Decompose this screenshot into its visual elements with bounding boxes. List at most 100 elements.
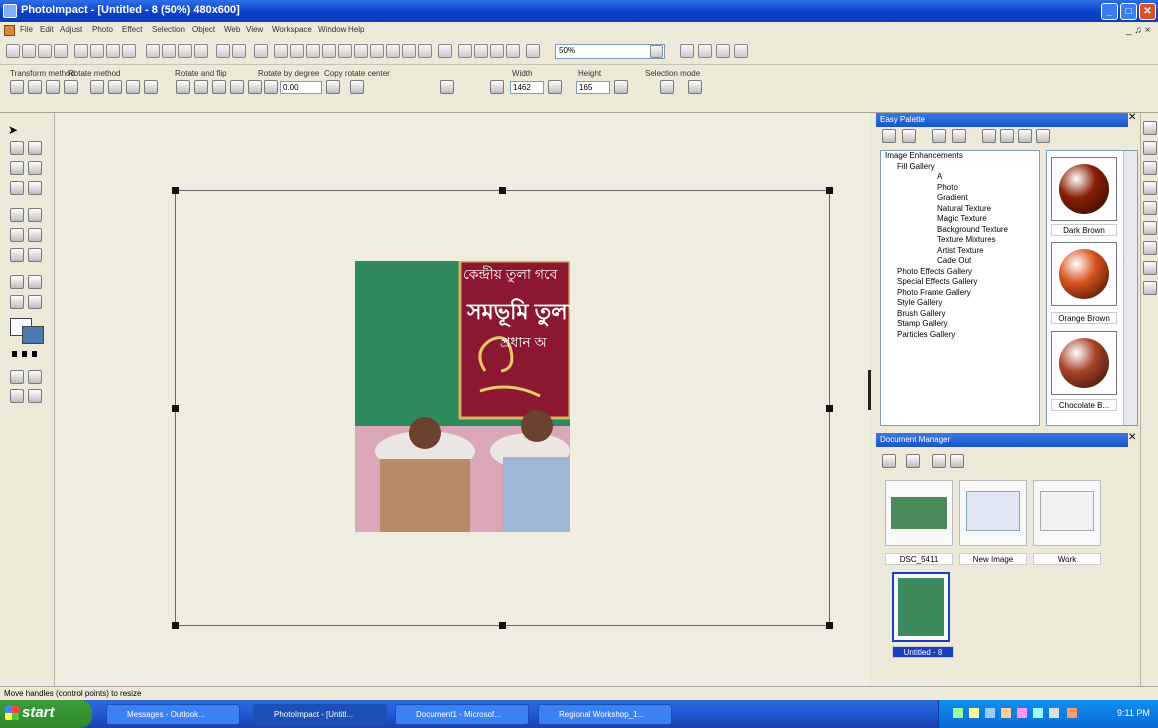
rotate-icon[interactable] <box>402 44 416 58</box>
side-quick-icon[interactable] <box>1143 261 1157 275</box>
side-tools-icon[interactable] <box>1143 241 1157 255</box>
maximize-button[interactable]: □ <box>1120 3 1137 20</box>
doc-view-icon[interactable] <box>906 454 920 468</box>
menu-view[interactable]: View <box>246 25 263 34</box>
tree-item[interactable]: Particles Gallery <box>881 330 1039 341</box>
side-navigator-icon[interactable] <box>1143 181 1157 195</box>
tree-item[interactable]: A <box>881 172 1039 183</box>
hue-icon[interactable] <box>338 44 352 58</box>
panel-splitter[interactable] <box>868 370 871 410</box>
paste-icon[interactable] <box>178 44 192 58</box>
doc-thumb-new-image[interactable] <box>959 480 1027 546</box>
swatch-orange-brown[interactable] <box>1051 242 1117 306</box>
doc-sort-icon[interactable] <box>932 454 946 468</box>
tree-item[interactable]: Artist Texture <box>881 246 1039 257</box>
menu-selection[interactable]: Selection <box>152 25 185 34</box>
effects-icon[interactable] <box>122 44 136 58</box>
tree-item[interactable]: Special Effects Gallery <box>881 277 1039 288</box>
flip-vertical-icon[interactable] <box>194 80 208 94</box>
pick-tool-icon[interactable]: ➤ <box>8 123 22 137</box>
eraser-tool-icon[interactable] <box>10 248 24 262</box>
rotate-center-icon[interactable] <box>144 80 158 94</box>
menu-help[interactable]: Help <box>348 25 364 34</box>
lock-ratio-icon[interactable] <box>490 80 504 94</box>
side-layers-icon[interactable] <box>1143 141 1157 155</box>
resize-handle-right[interactable] <box>826 405 833 412</box>
distort-icon[interactable] <box>28 80 42 94</box>
tone-map-icon[interactable] <box>354 44 368 58</box>
document-icon[interactable] <box>4 25 15 36</box>
path-tool-icon[interactable] <box>10 161 24 175</box>
palette-folder-icon[interactable] <box>932 129 946 143</box>
menu-workspace[interactable]: Workspace <box>272 25 312 34</box>
options-icon[interactable] <box>688 80 702 94</box>
resize-icon[interactable] <box>386 44 400 58</box>
side-color-icon[interactable] <box>1143 221 1157 235</box>
view-mode-icon[interactable] <box>10 389 24 403</box>
swap-colors-icon[interactable] <box>12 351 42 357</box>
resize-handle-top-left[interactable] <box>172 187 179 194</box>
resize-handle-top-right[interactable] <box>826 187 833 194</box>
layer-manager-icon[interactable] <box>10 370 24 384</box>
zoom-fit-icon[interactable] <box>680 44 694 58</box>
taskbar-item-outlook[interactable]: Messages - Outlook... <box>106 704 240 725</box>
doc-play-icon[interactable] <box>882 454 896 468</box>
tree-item[interactable]: Style Gallery <box>881 298 1039 309</box>
tree-item[interactable]: Gradient <box>881 193 1039 204</box>
save-icon[interactable] <box>54 44 68 58</box>
palette-home-icon[interactable] <box>882 129 896 143</box>
copy-icon[interactable] <box>162 44 176 58</box>
eyedropper-tool-icon[interactable] <box>28 275 42 289</box>
gallery-tree[interactable]: Image Enhancements Fill Gallery A Photo … <box>880 150 1040 426</box>
focus-icon[interactable] <box>322 44 336 58</box>
paste-new-icon[interactable] <box>194 44 208 58</box>
perspective-icon[interactable] <box>46 80 60 94</box>
palette-search-icon[interactable] <box>1018 129 1032 143</box>
flip-horizontal-icon[interactable] <box>176 80 190 94</box>
resize-handle-bottom[interactable] <box>499 622 506 629</box>
manager-icon[interactable] <box>716 44 730 58</box>
side-info-icon[interactable] <box>1143 281 1157 295</box>
export-icon[interactable] <box>474 44 488 58</box>
resize-handle-bottom-right[interactable] <box>826 622 833 629</box>
resize-handle-left[interactable] <box>172 405 179 412</box>
taskbar-item-word[interactable]: Document1 - Microsof... <box>395 704 529 725</box>
undo-icon[interactable] <box>216 44 230 58</box>
tray-network-icon[interactable] <box>953 708 963 718</box>
doc-filter-icon[interactable] <box>950 454 964 468</box>
histogram-icon[interactable] <box>274 44 288 58</box>
tree-item[interactable]: Texture Mixtures <box>881 235 1039 246</box>
undo-transform-icon[interactable] <box>440 80 454 94</box>
tree-item[interactable]: Photo Effects Gallery <box>881 267 1039 278</box>
rotate-options-icon[interactable] <box>350 80 364 94</box>
menu-file[interactable]: File <box>20 25 33 34</box>
palette-view-icon[interactable] <box>982 129 996 143</box>
pen-tool-icon[interactable] <box>10 295 24 309</box>
transform-tool-icon[interactable] <box>10 181 24 195</box>
palette-help-icon[interactable] <box>952 129 966 143</box>
doc-thumb-untitled[interactable] <box>892 572 950 642</box>
palette-menu-icon[interactable] <box>902 129 916 143</box>
frame-icon[interactable] <box>418 44 432 58</box>
height-spinner[interactable] <box>614 80 628 94</box>
slant-icon[interactable] <box>64 80 78 94</box>
rotate-90-icon[interactable] <box>212 80 226 94</box>
scan-icon[interactable] <box>38 44 52 58</box>
doc-thumb-work[interactable] <box>1033 480 1101 546</box>
fullscreen-icon[interactable] <box>28 389 42 403</box>
menu-window[interactable]: Window <box>318 25 346 34</box>
degree-input[interactable]: 0.00 <box>280 81 322 94</box>
tree-item[interactable]: Background Texture <box>881 225 1039 236</box>
clock[interactable]: 9:11 PM <box>1117 708 1150 718</box>
zoom-tool-icon[interactable] <box>10 275 24 289</box>
taskbar-item-photoimpact[interactable]: PhotoImpact - [Untitl... <box>253 704 387 725</box>
rotate-left-icon[interactable] <box>90 80 104 94</box>
rotate-270-icon[interactable] <box>248 80 262 94</box>
swatch-chocolate-brown[interactable] <box>1051 331 1117 395</box>
zoom-preview-icon[interactable] <box>106 44 120 58</box>
tree-item[interactable]: Image Enhancements <box>881 151 1039 162</box>
easy-palette-title[interactable]: Easy Palette <box>876 113 1128 127</box>
apply-rotate-icon[interactable] <box>326 80 340 94</box>
side-palette-icon[interactable] <box>1143 161 1157 175</box>
mask-mode-icon[interactable] <box>28 370 42 384</box>
